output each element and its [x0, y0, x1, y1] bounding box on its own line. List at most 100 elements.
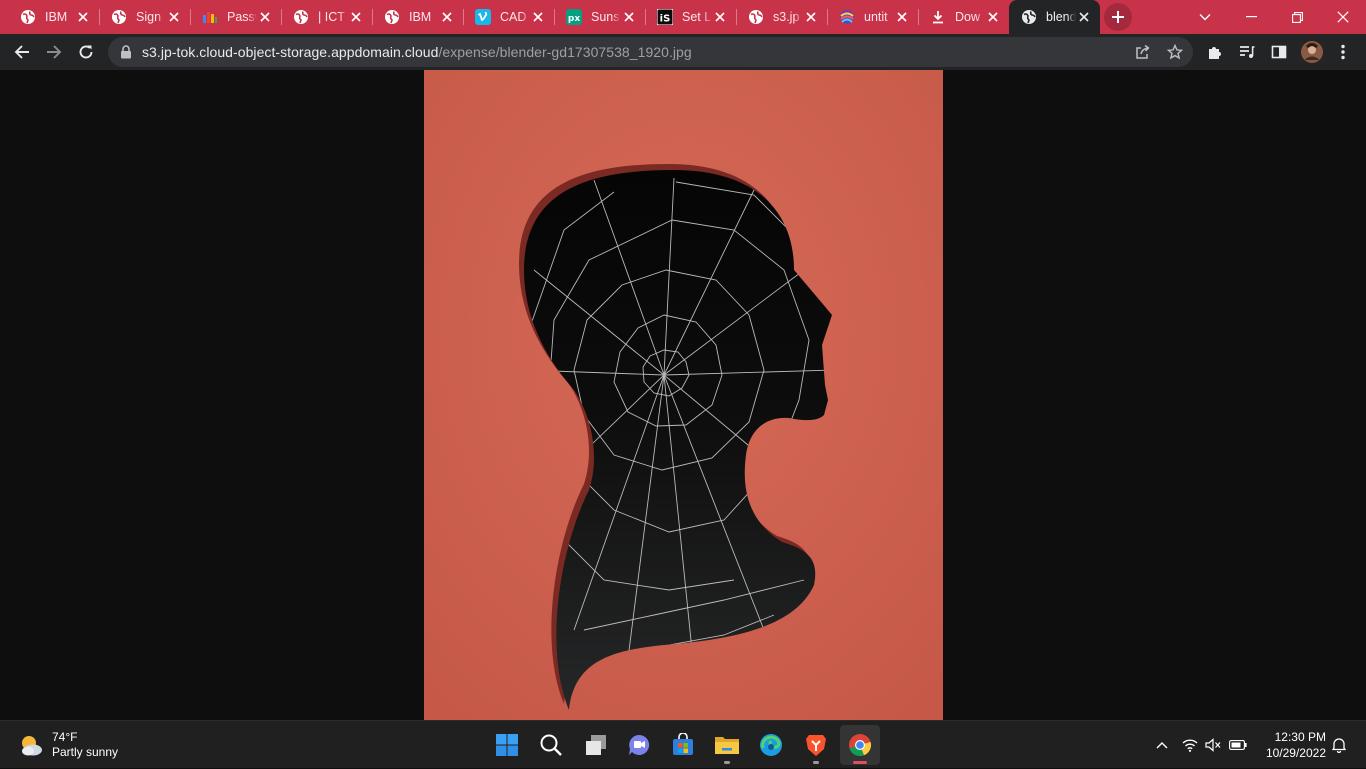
tab-search-button[interactable] [1182, 0, 1228, 34]
brave-icon [806, 735, 826, 756]
side-panel-icon [1271, 45, 1287, 59]
minimize-icon [1245, 16, 1257, 18]
tab-blender-active[interactable]: blend [1009, 0, 1100, 34]
displayed-image[interactable] [424, 70, 943, 720]
profile-avatar[interactable] [1298, 38, 1326, 66]
weather-temperature: 74°F [52, 730, 78, 744]
notifications-button[interactable] [1330, 721, 1348, 769]
windows-taskbar: 74°F Partly sunny 12:30 PM 10/29/2022 [0, 720, 1366, 768]
share-icon[interactable] [1135, 44, 1151, 65]
start-icon [496, 734, 518, 756]
close-icon[interactable] [257, 9, 273, 25]
tab-title: Set L [682, 10, 712, 24]
minimize-button[interactable] [1228, 0, 1274, 34]
chevron-down-icon [1199, 14, 1211, 21]
network-button[interactable] [1179, 721, 1201, 769]
notification-bell-icon [1332, 738, 1346, 753]
tab-ibm-2[interactable]: IBM [372, 0, 463, 34]
clock-time: 12:30 PM [1274, 730, 1326, 744]
show-hidden-icons-button[interactable] [1151, 721, 1173, 769]
address-bar[interactable]: s3.jp-tok.cloud-object-storage.appdomain… [108, 37, 1193, 67]
close-icon[interactable] [1076, 9, 1092, 25]
tab-cad[interactable]: CAD [463, 0, 554, 34]
close-window-button[interactable] [1320, 0, 1366, 34]
forward-button[interactable] [40, 38, 68, 66]
back-button[interactable] [8, 38, 36, 66]
tab-passwords[interactable]: Passw [190, 0, 281, 34]
task-view-button[interactable] [576, 725, 616, 765]
battery-button[interactable] [1226, 721, 1250, 769]
start-button[interactable] [487, 725, 527, 765]
clock-date: 10/29/2022 [1265, 746, 1326, 760]
close-icon[interactable] [985, 9, 1001, 25]
tab-istock[interactable]: iS Set L [645, 0, 736, 34]
close-icon[interactable] [348, 9, 364, 25]
tab-title: s3.jp [773, 10, 800, 24]
close-icon[interactable] [439, 9, 455, 25]
battery-icon [1229, 740, 1247, 750]
globe-icon [20, 9, 36, 25]
arrow-left-icon [14, 45, 29, 59]
tab-list: IBM Sign Passw | ICT IBM [8, 0, 1100, 34]
paper-cut-head-artwork [424, 70, 943, 720]
close-icon[interactable] [894, 9, 910, 25]
close-icon[interactable] [75, 9, 91, 25]
side-panel-button[interactable] [1265, 38, 1293, 66]
brave-button[interactable] [796, 725, 836, 765]
weather-widget[interactable]: 74°F Partly sunny [18, 727, 118, 763]
taskbar-clock[interactable]: 12:30 PM 10/29/2022 [1256, 729, 1326, 761]
url-text[interactable]: s3.jp-tok.cloud-object-storage.appdomain… [142, 37, 692, 67]
tab-downloads[interactable]: Dow [918, 0, 1009, 34]
close-icon[interactable] [712, 9, 728, 25]
running-indicator [724, 761, 730, 764]
close-icon [1337, 11, 1349, 23]
chrome-icon [849, 734, 872, 757]
search-button[interactable] [531, 725, 571, 765]
tab-title: untit [864, 10, 888, 24]
istock-icon: iS [657, 9, 673, 25]
chrome-button[interactable] [840, 725, 880, 765]
star-icon[interactable] [1166, 43, 1184, 65]
tab-untitled[interactable]: untit [827, 0, 918, 34]
globe-icon [293, 9, 309, 25]
url-host: s3.jp-tok.cloud-object-storage.appdomain… [142, 44, 439, 60]
edge-icon [760, 734, 782, 756]
close-icon[interactable] [530, 9, 546, 25]
store-button[interactable] [663, 725, 703, 765]
new-tab-button[interactable] [1104, 3, 1132, 31]
partly-sunny-icon [22, 736, 42, 756]
search-icon [540, 734, 562, 756]
close-icon[interactable] [621, 9, 637, 25]
tab-s3[interactable]: s3.jp [736, 0, 827, 34]
chat-button[interactable] [619, 725, 659, 765]
tab-ibm-1[interactable]: IBM [8, 0, 99, 34]
tab-title: Passw [227, 10, 257, 24]
file-explorer-button[interactable] [707, 725, 747, 765]
chevron-up-icon [1156, 742, 1168, 749]
browser-menu-button[interactable] [1329, 38, 1357, 66]
lock-icon[interactable] [120, 45, 132, 64]
close-icon[interactable] [166, 9, 182, 25]
edge-button[interactable] [751, 725, 791, 765]
close-icon[interactable] [803, 9, 819, 25]
wifi-icon [1182, 739, 1198, 752]
media-controls-button[interactable] [1233, 38, 1261, 66]
globe-icon [748, 9, 764, 25]
browser-toolbar: s3.jp-tok.cloud-object-storage.appdomain… [0, 34, 1366, 70]
restore-icon [1291, 11, 1303, 23]
restore-button[interactable] [1274, 0, 1320, 34]
tab-ict[interactable]: | ICT [281, 0, 372, 34]
volume-button[interactable] [1202, 721, 1224, 769]
reload-button[interactable] [72, 38, 100, 66]
tab-sunset[interactable]: px Suns [554, 0, 645, 34]
svg-text:px: px [568, 14, 580, 24]
chat-icon [629, 734, 650, 755]
active-indicator [853, 761, 867, 764]
weather-condition: Partly sunny [52, 745, 119, 759]
download-icon [930, 9, 946, 25]
tab-title: Dow [955, 10, 981, 24]
store-icon [673, 733, 693, 755]
task-view-icon [586, 735, 606, 755]
extensions-button[interactable] [1201, 38, 1229, 66]
tab-sign[interactable]: Sign [99, 0, 190, 34]
